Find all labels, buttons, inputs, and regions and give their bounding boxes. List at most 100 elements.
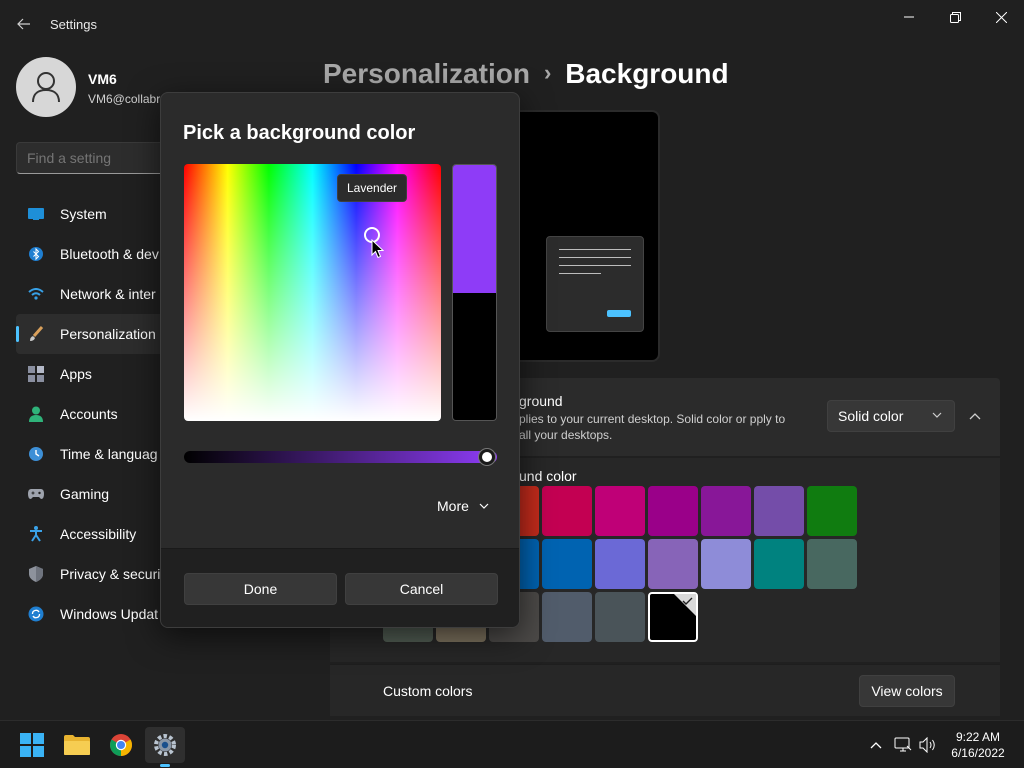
wifi-icon [28, 286, 44, 302]
avatar[interactable] [16, 57, 76, 117]
file-explorer-button[interactable] [57, 727, 97, 763]
bluetooth-icon [28, 246, 44, 262]
color-swatch[interactable] [754, 539, 804, 589]
sidebar-item-label: Accounts [60, 406, 118, 422]
accounts-icon [28, 406, 44, 422]
restore-button[interactable] [932, 4, 978, 30]
apps-icon [28, 366, 44, 382]
preview-button [607, 310, 631, 317]
update-icon [28, 606, 44, 622]
collapse-button[interactable] [962, 404, 988, 430]
color-swatch[interactable] [754, 486, 804, 536]
start-button[interactable] [12, 727, 52, 763]
breadcrumb-separator: › [543, 60, 552, 85]
close-icon [995, 11, 1007, 23]
color-picker-dialog: Pick a background color Lavender More Do… [160, 92, 520, 628]
sidebar-item-label: Time & languag [60, 446, 158, 462]
sidebar-item-label: System [60, 206, 107, 222]
user-name: VM6 [88, 71, 117, 87]
sidebar-item-label: Bluetooth & dev [60, 246, 159, 262]
sidebar-item-label: Personalization [60, 326, 156, 342]
file-explorer-icon [64, 735, 90, 755]
sidebar-item-label: Network & inter [60, 286, 156, 302]
chrome-icon [110, 734, 132, 756]
color-swatch[interactable] [595, 592, 645, 642]
cancel-button[interactable]: Cancel [345, 573, 498, 605]
color-swatch[interactable] [595, 539, 645, 589]
brush-icon [28, 326, 44, 342]
chevron-down-icon [479, 503, 489, 509]
background-colors-title: und color [519, 468, 577, 484]
taskbar-clock[interactable]: 9:22 AM 6/16/2022 [940, 729, 1016, 761]
title-bar: Settings [0, 0, 1024, 48]
preview-line [559, 273, 601, 274]
sidebar-item-label: Privacy & securit [60, 566, 165, 582]
show-hidden-icons-button[interactable] [866, 735, 886, 755]
back-arrow-icon [17, 18, 30, 30]
done-button[interactable]: Done [184, 573, 337, 605]
system-icon [28, 206, 44, 222]
brightness-slider-thumb[interactable] [479, 449, 495, 465]
active-app-indicator [160, 764, 170, 767]
custom-colors-label: Custom colors [383, 683, 473, 699]
color-swatch[interactable] [807, 486, 857, 536]
background-setting-title: ground [519, 393, 563, 409]
network-tray-button[interactable] [893, 735, 913, 755]
color-swatch[interactable] [807, 539, 857, 589]
color-swatch[interactable] [648, 592, 698, 642]
preview-line [559, 249, 631, 250]
current-color-preview [453, 293, 496, 420]
mouse-cursor-icon [371, 239, 384, 259]
dialog-footer: Done Cancel [161, 548, 519, 627]
taskbar: 9:22 AM 6/16/2022 [0, 720, 1024, 768]
clock-date: 6/16/2022 [951, 746, 1005, 760]
sidebar-item-label: Gaming [60, 486, 110, 502]
color-swatch[interactable] [542, 592, 592, 642]
color-swatch[interactable] [701, 486, 751, 536]
minimize-button[interactable] [886, 4, 932, 30]
color-swatch[interactable] [648, 486, 698, 536]
background-setting-description: plies to your current desktop. Solid col… [519, 412, 786, 442]
user-icon [32, 72, 60, 103]
color-swatch[interactable] [542, 486, 592, 536]
color-swatch[interactable] [595, 486, 645, 536]
custom-colors-card: Custom colors View colors [330, 664, 1000, 716]
chevron-down-icon [932, 412, 942, 418]
user-email: VM6@collabr [88, 92, 161, 106]
settings-button[interactable] [145, 727, 185, 763]
sidebar-item-label: Accessibility [60, 526, 137, 542]
color-spectrum[interactable] [184, 164, 441, 421]
minimize-icon [904, 16, 914, 18]
chrome-button[interactable] [101, 727, 141, 763]
settings-icon [154, 734, 176, 756]
more-button[interactable]: More [437, 495, 489, 517]
close-button[interactable] [978, 4, 1024, 30]
dropdown-value: Solid color [838, 408, 904, 424]
brightness-slider[interactable] [184, 451, 497, 463]
color-swatch[interactable] [701, 539, 751, 589]
breadcrumb-parent[interactable]: Personalization [323, 58, 530, 89]
app-title: Settings [50, 17, 97, 32]
shield-icon [28, 566, 44, 582]
restore-icon [949, 11, 961, 23]
color-name-tooltip: Lavender [337, 174, 408, 202]
sidebar-item-label: Apps [60, 366, 92, 382]
network-icon [894, 737, 912, 752]
selected-check-icon [674, 594, 696, 616]
page-title: Background [565, 58, 729, 89]
background-type-dropdown[interactable]: Solid color [827, 400, 955, 432]
sidebar-item-label: Windows Updat [60, 606, 159, 622]
preview-line [559, 265, 631, 266]
color-swatch[interactable] [542, 539, 592, 589]
preview-line [559, 257, 631, 258]
chevron-up-icon [870, 742, 882, 749]
time-language-icon [28, 446, 44, 462]
color-swatch[interactable] [648, 539, 698, 589]
dialog-title: Pick a background color [183, 122, 416, 144]
back-button[interactable] [10, 12, 38, 36]
accessibility-icon [28, 526, 44, 542]
preview-window [546, 236, 644, 332]
volume-tray-button[interactable] [918, 735, 938, 755]
volume-icon [919, 737, 935, 753]
view-colors-button[interactable]: View colors [859, 675, 955, 707]
